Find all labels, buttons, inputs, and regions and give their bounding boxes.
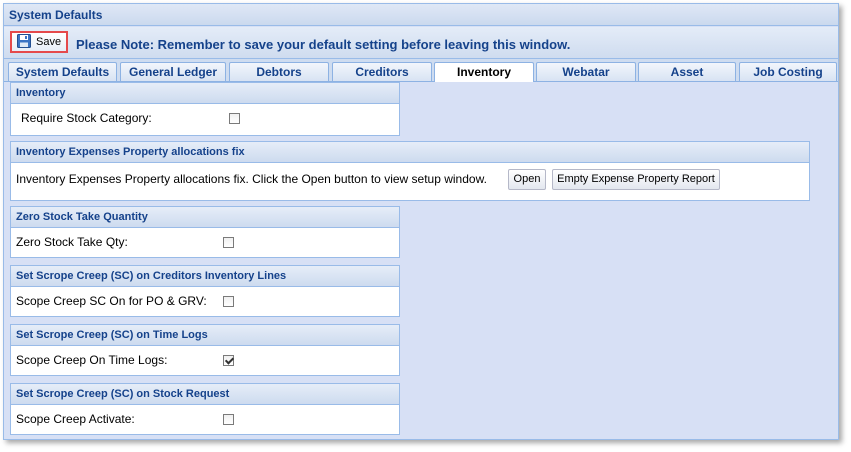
scope-creep-time-logs-panel: Set Scrope Creep (SC) on Time Logs Scope…: [10, 324, 400, 376]
field-label: Scope Creep Activate:: [16, 412, 135, 426]
expenses-allocations-row: Inventory Expenses Property allocations …: [11, 163, 809, 196]
scope-creep-creditors-panel: Set Scrope Creep (SC) on Creditors Inven…: [10, 265, 400, 317]
scope-creep-time-logs-checkbox[interactable]: [223, 355, 234, 366]
panel-header: Set Scrope Creep (SC) on Time Logs: [11, 325, 399, 346]
tab-webatar[interactable]: Webatar: [536, 62, 636, 81]
scope-creep-po-grv-checkbox[interactable]: [223, 296, 234, 307]
zero-stock-take-qty-checkbox[interactable]: [223, 237, 234, 248]
tab-job-costing[interactable]: Job Costing: [739, 62, 837, 81]
field-label: Require Stock Category:: [21, 111, 152, 125]
save-button[interactable]: Save: [10, 31, 68, 53]
require-stock-category-row: Require Stock Category:: [11, 104, 399, 131]
empty-expense-property-report-button[interactable]: Empty Expense Property Report: [552, 169, 720, 190]
tab-inventory[interactable]: Inventory: [434, 62, 534, 82]
floppy-disk-icon: [17, 33, 31, 51]
scope-creep-activate-row: Scope Creep Activate:: [11, 405, 399, 432]
tab-debtors[interactable]: Debtors: [229, 62, 329, 81]
zero-stock-row: Zero Stock Take Qty:: [11, 228, 399, 255]
panel-header: Inventory: [11, 83, 399, 104]
scope-creep-activate-checkbox[interactable]: [223, 414, 234, 425]
system-defaults-window: System Defaults Save Please Note: Rememb…: [3, 3, 839, 440]
tab-asset[interactable]: Asset: [638, 62, 736, 81]
zero-stock-panel: Zero Stock Take Quantity Zero Stock Take…: [10, 206, 400, 258]
field-label: Zero Stock Take Qty:: [16, 235, 128, 249]
scope-creep-po-grv-row: Scope Creep SC On for PO & GRV:: [11, 287, 399, 314]
window-title: System Defaults: [4, 4, 838, 26]
scope-creep-stock-request-panel: Set Scrope Creep (SC) on Stock Request S…: [10, 383, 400, 435]
tab-general-ledger[interactable]: General Ledger: [120, 62, 226, 81]
require-stock-category-checkbox[interactable]: [229, 113, 240, 124]
field-label: Scope Creep On Time Logs:: [16, 353, 168, 367]
save-button-label: Save: [36, 36, 62, 48]
panel-header: Inventory Expenses Property allocations …: [11, 142, 809, 163]
save-reminder-note: Please Note: Remember to save your defau…: [76, 37, 571, 52]
expenses-allocations-panel: Inventory Expenses Property allocations …: [10, 141, 810, 201]
tab-bar: System Defaults General Ledger Debtors C…: [4, 59, 838, 82]
toolbar: Save Please Note: Remember to save your …: [4, 27, 838, 59]
field-label: Inventory Expenses Property allocations …: [16, 172, 487, 186]
panel-header: Set Scrope Creep (SC) on Stock Request: [11, 384, 399, 405]
panel-header: Zero Stock Take Quantity: [11, 207, 399, 228]
scope-creep-time-logs-row: Scope Creep On Time Logs:: [11, 346, 399, 373]
panel-header: Set Scrope Creep (SC) on Creditors Inven…: [11, 266, 399, 287]
tab-creditors[interactable]: Creditors: [332, 62, 432, 81]
tab-system-defaults[interactable]: System Defaults: [8, 62, 117, 81]
inventory-panel: Inventory Require Stock Category:: [10, 82, 400, 136]
open-button[interactable]: Open: [508, 169, 546, 190]
field-label: Scope Creep SC On for PO & GRV:: [16, 294, 207, 308]
